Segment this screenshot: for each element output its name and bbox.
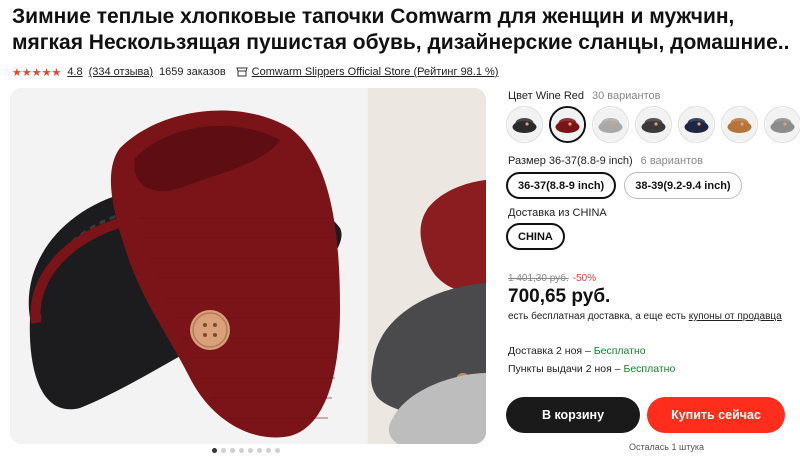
gallery-dot[interactable]: [230, 448, 235, 453]
slipper-thumbnail-icon: [723, 108, 756, 141]
size-selected-label: Размер 36-37(8.8-9 inch): [508, 155, 633, 167]
size-variants-count: 6 вариантов: [640, 155, 703, 167]
product-meta: ★★★★★ 4.8 (334 отзыва) 1659 заказов Comw…: [12, 64, 498, 80]
pickup-free-label: Бесплатно: [623, 363, 676, 375]
rating-stars-icon: ★★★★★: [12, 66, 62, 79]
shipping-option-china[interactable]: CHINA: [506, 223, 565, 250]
gallery-dot[interactable]: [275, 448, 280, 453]
orders-count: 1659 заказов: [159, 66, 226, 78]
slippers-illustration: [10, 88, 366, 444]
slipper-thumbnail-icon: [508, 108, 541, 141]
gallery-dot[interactable]: [212, 448, 217, 453]
color-swatch-black-dark[interactable]: [506, 106, 543, 143]
delivery-free-label: Бесплатно: [593, 345, 646, 357]
color-swatches: [506, 106, 800, 143]
pickup-info: Пункты выдачи 2 ноя – Бесплатно: [508, 363, 675, 375]
size-option-selected[interactable]: 36-37(8.8-9 inch): [506, 172, 617, 199]
color-label: Цвет Wine Red 30 вариантов: [508, 90, 660, 102]
store-icon: [235, 67, 248, 77]
buy-now-button[interactable]: Купить сейчас: [647, 397, 785, 433]
current-price: 700,65 руб.: [508, 286, 611, 307]
slipper-thumbnail-icon: [680, 108, 713, 141]
product-gallery[interactable]: [10, 88, 486, 444]
free-shipping-note: есть бесплатная доставка, а еще есть куп…: [508, 311, 800, 322]
gallery-pagination: [212, 448, 280, 453]
size-options: 36-37(8.8-9 inch) 38-39(9.2-9.4 inch): [506, 172, 742, 199]
store-link[interactable]: Comwarm Slippers Official Store (Рейтинг…: [252, 66, 499, 78]
old-price-row: 1 401,30 руб. -50%: [508, 273, 596, 284]
size-label: Размер 36-37(8.8-9 inch) 6 вариантов: [508, 155, 703, 167]
gallery-dot[interactable]: [239, 448, 244, 453]
slipper-thumbnail-icon: [551, 108, 584, 141]
shipping-options: CHINA: [506, 223, 565, 250]
delivery-info: Доставка 2 ноя – Бесплатно: [508, 345, 646, 357]
rating-value[interactable]: 4.8: [67, 66, 82, 78]
product-title-line-2: мягкая Нескользящая пушистая обувь, диза…: [12, 31, 790, 54]
slippers-lifestyle-illustration: [368, 88, 486, 444]
gallery-dot[interactable]: [257, 448, 262, 453]
free-shipping-text: есть бесплатная доставка, а еще есть: [508, 311, 689, 322]
main-product-image[interactable]: [10, 88, 366, 444]
gallery-dot[interactable]: [266, 448, 271, 453]
pickup-date: Пункты выдачи 2 ноя –: [508, 363, 624, 375]
stock-remaining: Осталась 1 штука: [629, 442, 705, 452]
shipping-label: Доставка из CHINA: [508, 207, 607, 219]
gallery-dot[interactable]: [221, 448, 226, 453]
color-swatch-charcoal[interactable]: [635, 106, 672, 143]
old-price: 1 401,30 руб.: [508, 273, 569, 284]
secondary-product-image[interactable]: [368, 88, 486, 444]
color-swatch-navy[interactable]: [678, 106, 715, 143]
discount-badge: -50%: [572, 273, 597, 284]
delivery-date: Доставка 2 ноя –: [508, 345, 594, 357]
color-variants-count: 30 вариантов: [592, 90, 661, 102]
product-title: Зимние теплые хлопковые тапочки Comwarm …: [12, 4, 800, 56]
slipper-thumbnail-icon: [637, 108, 670, 141]
add-to-cart-button[interactable]: В корзину: [506, 397, 640, 433]
slipper-thumbnail-icon: [766, 108, 799, 141]
color-swatch-camel[interactable]: [721, 106, 758, 143]
gallery-dot[interactable]: [248, 448, 253, 453]
color-swatch-wine-red[interactable]: [549, 106, 586, 143]
color-swatch-light-gray[interactable]: [592, 106, 629, 143]
size-option[interactable]: 38-39(9.2-9.4 inch): [624, 172, 742, 199]
seller-coupons-link[interactable]: купоны от продавца: [689, 311, 782, 322]
color-swatch-gray[interactable]: [764, 106, 800, 143]
product-title-line-1: Зимние теплые хлопковые тапочки Comwarm …: [12, 5, 735, 28]
reviews-link[interactable]: (334 отзыва): [89, 66, 153, 78]
color-selected-label: Цвет Wine Red: [508, 90, 585, 102]
slipper-thumbnail-icon: [594, 108, 627, 141]
